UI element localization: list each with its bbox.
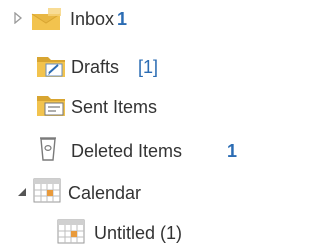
chevron-expanded-icon[interactable] — [16, 186, 28, 198]
drafts-icon — [36, 51, 68, 79]
draft-count-badge: [1] — [138, 57, 159, 77]
folder-label: Sent Items — [71, 97, 158, 117]
calendar-icon — [32, 176, 64, 204]
unread-count-badge: 1 — [227, 141, 238, 161]
unread-count-badge: 1 — [117, 9, 128, 29]
trash-icon — [36, 134, 68, 162]
inbox-icon — [30, 4, 62, 32]
folder-label: Drafts — [71, 57, 120, 77]
folder-label: Untitled (1) — [94, 223, 183, 243]
folder-tree: Inbox 1 Drafts [1] Sent Items Deleted It… — [0, 0, 323, 251]
chevron-right-icon[interactable] — [12, 12, 24, 24]
calendar-icon — [56, 217, 88, 245]
sent-items-icon — [36, 90, 68, 118]
folder-label: Deleted Items — [71, 141, 183, 161]
folder-label: Calendar — [68, 183, 142, 203]
folder-label: Inbox — [70, 9, 115, 29]
